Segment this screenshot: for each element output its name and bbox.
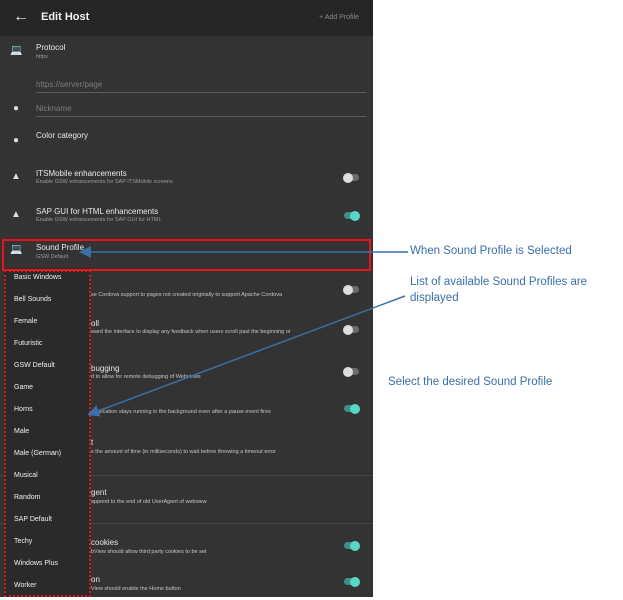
- annotation-arrows: [79, 246, 408, 417]
- annotation-select: Select the desired Sound Profile: [388, 376, 553, 388]
- annotation-selected: When Sound Profile is Selected: [410, 245, 572, 257]
- annotation-list-line1: List of available Sound Profiles are: [410, 276, 588, 288]
- list-arrow: [87, 295, 406, 417]
- annotation-list-line2: displayed: [410, 292, 459, 304]
